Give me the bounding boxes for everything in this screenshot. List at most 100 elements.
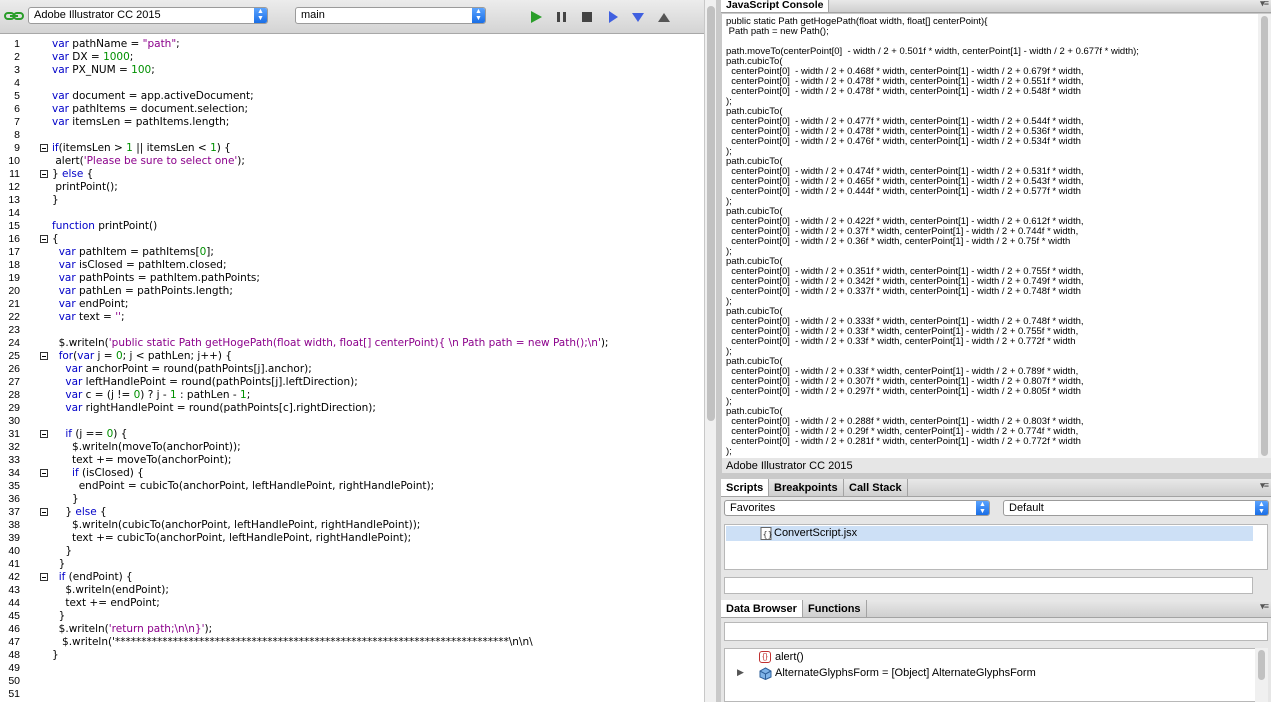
stop-button[interactable]	[580, 10, 594, 24]
code-line[interactable]: 16 {	[0, 233, 704, 246]
fold-toggle-icon[interactable]	[40, 508, 48, 516]
scripts-group-select[interactable]: Default ▲ ▼	[1003, 500, 1269, 516]
expand-arrow-icon[interactable]: ▶	[737, 667, 744, 678]
list-item[interactable]: ▶ AlternateGlyphsForm = [Object] Alterna…	[725, 667, 1253, 681]
code-line[interactable]: 21 var endPoint;	[0, 298, 704, 311]
scrollbar-thumb[interactable]	[1258, 650, 1265, 680]
code-line[interactable]: 38 $.writeln(cubicTo(anchorPoint, leftHa…	[0, 519, 704, 532]
data-browser-list[interactable]: {} alert() ▶ AlternateGlyphsForm = [Obje…	[724, 648, 1268, 702]
code-line[interactable]: 24 $.writeln('public static Path getHoge…	[0, 337, 704, 350]
list-item[interactable]: {} alert()	[725, 651, 1253, 665]
code-line[interactable]: 28 var c = (j != 0) ? j - 1 : pathLen - …	[0, 389, 704, 402]
console-output[interactable]: public static Path getHogePath(float wid…	[722, 14, 1258, 458]
fold-toggle-icon[interactable]	[40, 170, 48, 178]
code-line[interactable]: 1 var pathName = "path";	[0, 38, 704, 51]
scripts-location-select[interactable]: Favorites ▲ ▼	[724, 500, 990, 516]
code-line[interactable]: 5 var document = app.activeDocument;	[0, 90, 704, 103]
code-line[interactable]: 51	[0, 688, 704, 701]
code-line[interactable]: 47 $.writeln('**************************…	[0, 636, 704, 649]
code-line[interactable]: 3 var PX_NUM = 100;	[0, 64, 704, 77]
code-text: var DX = 1000;	[52, 51, 134, 63]
line-number: 43	[8, 584, 20, 596]
code-line[interactable]: 10 alert('Please be sure to select one')…	[0, 155, 704, 168]
fold-toggle-icon[interactable]	[40, 144, 48, 152]
step-out-button[interactable]	[657, 10, 671, 24]
scripts-filter-input[interactable]	[724, 577, 1253, 594]
panel-menu-icon[interactable]: ▾≡	[1260, 601, 1269, 612]
code-text: }	[52, 558, 66, 570]
code-line[interactable]: 29 var rightHandlePoint = round(pathPoin…	[0, 402, 704, 415]
target-engine-select[interactable]: main ▲ ▼	[295, 7, 486, 24]
code-line[interactable]: 27 var leftHandlePoint = round(pathPoint…	[0, 376, 704, 389]
code-line[interactable]: 42 if (endPoint) {	[0, 571, 704, 584]
code-line[interactable]: 18 var isClosed = pathItem.closed;	[0, 259, 704, 272]
code-line[interactable]: 14	[0, 207, 704, 220]
code-line[interactable]: 2 var DX = 1000;	[0, 51, 704, 64]
code-line[interactable]: 39 text += cubicTo(anchorPoint, leftHand…	[0, 532, 704, 545]
code-line[interactable]: 44 text += endPoint;	[0, 597, 704, 610]
code-line[interactable]: 34 if (isClosed) {	[0, 467, 704, 480]
fold-toggle-icon[interactable]	[40, 469, 48, 477]
step-over-button[interactable]	[606, 10, 620, 24]
tab-functions[interactable]: Functions	[803, 600, 867, 617]
tab-breakpoints[interactable]: Breakpoints	[769, 479, 844, 496]
code-line[interactable]: 11} else {	[0, 168, 704, 181]
code-editor[interactable]: 1 var pathName = "path"; 2 var DX = 1000; 3 v…	[0, 35, 704, 702]
code-line[interactable]: 31 if (j == 0) {	[0, 428, 704, 441]
console-title[interactable]: JavaScript Console	[721, 0, 830, 12]
list-item[interactable]: {} ConvertScript.jsx	[726, 526, 1253, 541]
scripts-list[interactable]: {} ConvertScript.jsx	[724, 524, 1268, 570]
fold-toggle-icon[interactable]	[40, 352, 48, 360]
code-line[interactable]: 32 $.writeln(moveTo(anchorPoint));	[0, 441, 704, 454]
code-line[interactable]: 23	[0, 324, 704, 337]
code-line[interactable]: 37 } else {	[0, 506, 704, 519]
code-line[interactable]: 7 var itemsLen = pathItems.length;	[0, 116, 704, 129]
code-line[interactable]: 41 }	[0, 558, 704, 571]
data-browser-scrollbar[interactable]	[1255, 648, 1268, 702]
panel-menu-icon[interactable]: ▾≡	[1260, 0, 1269, 9]
code-line[interactable]: 6 var pathItems = document.selection;	[0, 103, 704, 116]
code-line[interactable]: 46 $.writeln('return path;\n\n}');	[0, 623, 704, 636]
code-line[interactable]: 40 }	[0, 545, 704, 558]
panel-menu-icon[interactable]: ▾≡	[1260, 480, 1269, 491]
code-line[interactable]: 9 if(itemsLen > 1 || itemsLen < 1) {	[0, 142, 704, 155]
code-line[interactable]: 4	[0, 77, 704, 90]
run-button[interactable]	[529, 10, 543, 24]
pause-button[interactable]	[555, 10, 569, 24]
scrollbar-thumb[interactable]	[707, 6, 715, 421]
code-line[interactable]: 30	[0, 415, 704, 428]
target-app-select[interactable]: Adobe Illustrator CC 2015 ▲ ▼	[28, 7, 268, 24]
tab-scripts[interactable]: Scripts	[721, 479, 770, 496]
code-line[interactable]: 48}	[0, 649, 704, 662]
code-line[interactable]: 43 $.writeln(endPoint);	[0, 584, 704, 597]
code-line[interactable]: 50	[0, 675, 704, 688]
fold-toggle-icon[interactable]	[40, 430, 48, 438]
code-line[interactable]: 26 var anchorPoint = round(pathPoints[j]…	[0, 363, 704, 376]
code-line[interactable]: 22 var text = '';	[0, 311, 704, 324]
code-line[interactable]: 19 var pathPoints = pathItem.pathPoints;	[0, 272, 704, 285]
fold-toggle-icon[interactable]	[40, 573, 48, 581]
code-line[interactable]: 13}	[0, 194, 704, 207]
console-scrollbar[interactable]	[1258, 14, 1271, 458]
tab-data-browser[interactable]: Data Browser	[721, 600, 803, 617]
line-number: 48	[8, 649, 20, 661]
code-line[interactable]: 12 printPoint();	[0, 181, 704, 194]
link-chain-icon[interactable]	[4, 10, 24, 22]
code-line[interactable]: 25 for(var j = 0; j < pathLen; j++) {	[0, 350, 704, 363]
code-line[interactable]: 20 var pathLen = pathPoints.length;	[0, 285, 704, 298]
tab-call-stack[interactable]: Call Stack	[844, 479, 908, 496]
editor-scrollbar[interactable]	[704, 0, 716, 702]
code-line[interactable]: 8	[0, 129, 704, 142]
fold-toggle-icon[interactable]	[40, 235, 48, 243]
data-browser-filter-input[interactable]	[724, 622, 1268, 641]
code-line[interactable]: 45 }	[0, 610, 704, 623]
code-line[interactable]: 33 text += moveTo(anchorPoint);	[0, 454, 704, 467]
code-line[interactable]: 35 endPoint = cubicTo(anchorPoint, leftH…	[0, 480, 704, 493]
code-line[interactable]: 49	[0, 662, 704, 675]
code-line[interactable]: 17 var pathItem = pathItems[0];	[0, 246, 704, 259]
step-into-button[interactable]	[631, 10, 645, 24]
code-line[interactable]: 15 function printPoint()	[0, 220, 704, 233]
scrollbar-thumb[interactable]	[1261, 16, 1268, 456]
line-number: 2	[14, 51, 20, 63]
code-line[interactable]: 36 }	[0, 493, 704, 506]
